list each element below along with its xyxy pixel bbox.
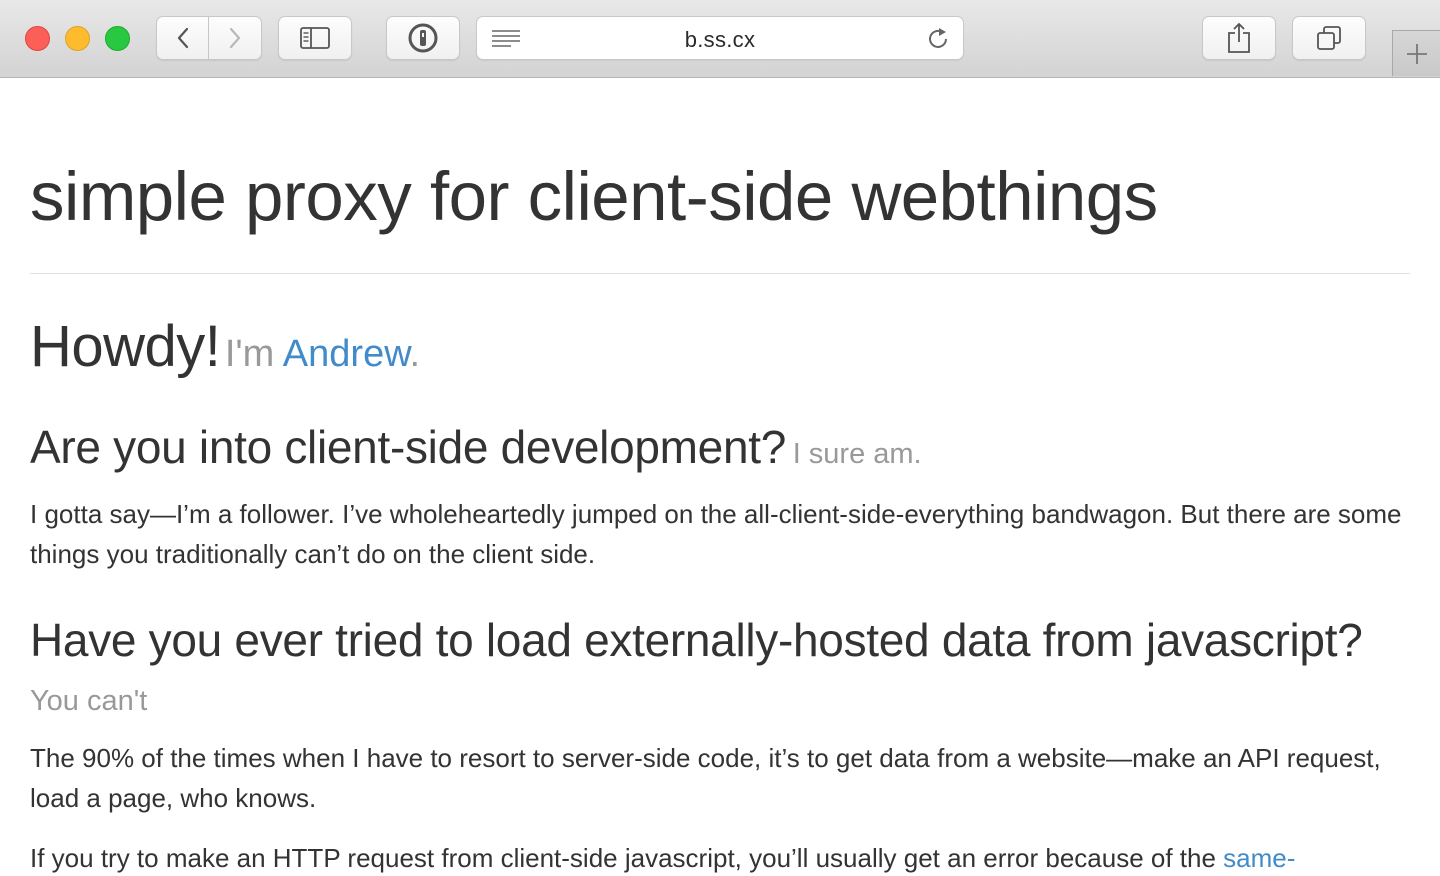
paragraph-http-request: If you try to make an HTTP request from … bbox=[30, 838, 1410, 876]
chevron-right-icon bbox=[229, 27, 241, 49]
address-bar[interactable]: b.ss.cx bbox=[476, 16, 964, 60]
forward-button[interactable] bbox=[209, 16, 262, 60]
howdy-heading: Howdy! I'm Andrew. bbox=[30, 318, 420, 376]
howdy-subtitle: I'm Andrew. bbox=[225, 333, 420, 375]
section-dev-aside: I sure am. bbox=[792, 438, 922, 470]
back-button[interactable] bbox=[156, 16, 209, 60]
reload-icon[interactable] bbox=[925, 26, 951, 52]
paragraph-server-side: The 90% of the times when I have to reso… bbox=[30, 743, 1381, 813]
paragraph-follower: I gotta say—I’m a follower. I’ve wholehe… bbox=[30, 499, 1402, 569]
howdy-prefix: I'm bbox=[224, 333, 283, 375]
window-zoom-button[interactable] bbox=[105, 26, 130, 51]
author-link[interactable]: Andrew bbox=[283, 333, 410, 375]
same-origin-link[interactable]: same- bbox=[1223, 843, 1295, 873]
share-icon bbox=[1228, 22, 1250, 53]
chevron-left-icon bbox=[177, 27, 188, 49]
tab-overview-button[interactable] bbox=[1292, 16, 1366, 60]
section-js-heading: Have you ever tried to load externally-h… bbox=[30, 614, 1410, 729]
howdy-suffix: . bbox=[409, 333, 421, 375]
title-divider bbox=[30, 273, 1410, 274]
section-js-title: Have you ever tried to load externally-h… bbox=[30, 614, 1363, 666]
page-title: simple proxy for client-side webthings bbox=[30, 158, 1158, 235]
sidebar-button[interactable] bbox=[278, 16, 352, 60]
section-js-aside: You can't bbox=[30, 685, 148, 717]
1password-icon bbox=[408, 23, 438, 53]
password-manager-button[interactable] bbox=[386, 16, 460, 60]
share-button[interactable] bbox=[1202, 16, 1276, 60]
url-text: b.ss.cx bbox=[684, 27, 756, 52]
sidebar-icon bbox=[300, 27, 330, 49]
history-nav bbox=[156, 16, 262, 60]
new-tab-button[interactable] bbox=[1392, 30, 1440, 76]
paragraph-http-text: If you try to make an HTTP request from … bbox=[30, 843, 1224, 873]
tab-overview-icon bbox=[1317, 26, 1341, 50]
window-close-button[interactable] bbox=[25, 26, 50, 51]
browser-toolbar: b.ss.cx bbox=[0, 0, 1440, 78]
section-dev-heading: Are you into client-side development? I … bbox=[30, 424, 922, 470]
window-minimize-button[interactable] bbox=[65, 26, 90, 51]
plus-icon bbox=[1406, 43, 1427, 64]
section-dev-title: Are you into client-side development? bbox=[30, 421, 787, 473]
howdy-text: Howdy! bbox=[30, 314, 221, 379]
